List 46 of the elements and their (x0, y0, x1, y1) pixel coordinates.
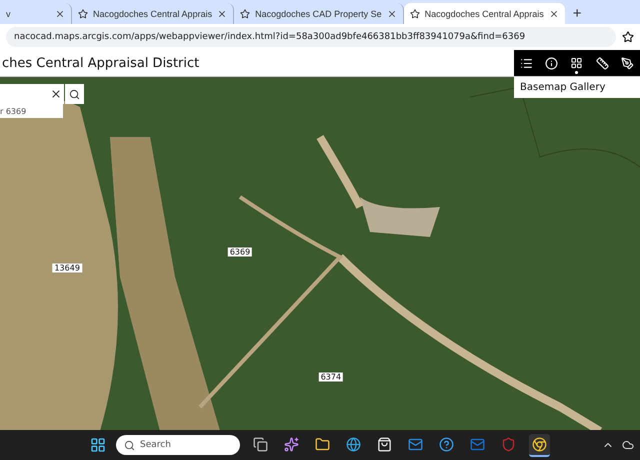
chrome-icon (532, 436, 547, 452)
sparkle-icon (284, 436, 299, 452)
bookmark-star-icon[interactable] (622, 31, 634, 43)
panel-title: Basemap Gallery (514, 77, 640, 98)
search-button[interactable] (65, 84, 84, 104)
globe-icon (346, 436, 361, 452)
tab-title: Nacogdoches CAD Property Se (255, 8, 382, 18)
browser-tab[interactable]: Nacogdoches Central Apprais (404, 3, 565, 24)
close-icon[interactable] (386, 8, 397, 18)
store-icon (377, 436, 392, 452)
close-icon[interactable] (217, 8, 228, 18)
layer-list-icon (520, 57, 534, 70)
close-icon[interactable] (548, 8, 559, 18)
shield-icon (501, 436, 516, 452)
tab-title: v (6, 8, 12, 18)
chrome-app-button[interactable] (529, 434, 550, 456)
clear-icon[interactable] (50, 88, 62, 100)
mail-icon (408, 436, 423, 452)
close-icon[interactable] (55, 8, 65, 18)
task-view-icon (253, 436, 268, 452)
star-icon (240, 8, 250, 18)
address-bar[interactable]: nacocad.maps.arcgis.com/apps/webappviewer/index.html?id=58a300ad9bfe466381bb3ff83941079a&find=6369 (6, 27, 616, 47)
start-icon[interactable] (90, 437, 106, 453)
folder-icon (315, 436, 330, 452)
app-title: ches Central Appraisal District (1, 56, 200, 70)
star-icon (78, 8, 88, 18)
mail-icon (470, 436, 485, 452)
aerial-map[interactable]: 13649 6369 6374 r 6369 Basemap Gallery (0, 77, 640, 430)
search-icon (69, 88, 80, 100)
pen-icon (620, 57, 634, 70)
search-suggestion[interactable]: r 6369 (0, 104, 63, 118)
selected-dot (575, 71, 578, 74)
help-icon (439, 436, 454, 452)
parcel-label[interactable]: 6374 (318, 372, 344, 382)
taskbar-search-field[interactable]: Search (116, 435, 240, 455)
star-icon (410, 8, 420, 18)
ruler-icon (596, 57, 609, 70)
search-field[interactable] (0, 84, 64, 104)
tab-title: Nacogdoches Central Apprais (93, 8, 212, 18)
cloud-icon[interactable] (622, 439, 634, 451)
search-icon (124, 440, 135, 450)
grid-icon (570, 57, 584, 70)
tab-title: Nacogdoches Central Apprais (424, 8, 544, 18)
info-icon (545, 57, 558, 70)
new-tab-button[interactable]: + (564, 3, 590, 24)
search-placeholder: Search (140, 440, 171, 450)
